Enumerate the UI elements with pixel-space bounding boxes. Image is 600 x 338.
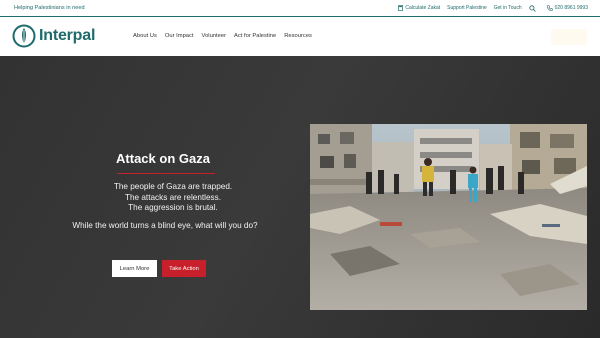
calculate-zakat-link[interactable]: Calculate Zakat xyxy=(398,5,440,11)
header-action-button[interactable] xyxy=(551,29,587,45)
nav-item-volunteer[interactable]: Volunteer xyxy=(202,33,227,39)
search-button[interactable] xyxy=(529,4,536,12)
logo-text: Interpal xyxy=(39,27,96,44)
nav-item-resources[interactable]: Resources xyxy=(284,33,312,39)
nav-item-act-for-palestine[interactable]: Act for Palestine xyxy=(234,33,276,39)
phone-icon xyxy=(546,5,553,11)
interpal-logo-icon xyxy=(12,24,36,48)
hero-title-underline xyxy=(117,173,215,174)
calculate-zakat-label: Calculate Zakat xyxy=(405,5,441,11)
phone-number: 020 8961 9993 xyxy=(554,5,588,11)
site-logo[interactable]: Interpal xyxy=(12,24,95,48)
learn-more-button[interactable]: Learn More xyxy=(112,260,157,277)
nav-item-about-us[interactable]: About Us xyxy=(133,33,157,39)
nav-item-our-impact[interactable]: Our Impact xyxy=(165,33,194,39)
get-in-touch-link[interactable]: Get in Touch xyxy=(494,5,522,11)
hero-title: Attack on Gaza xyxy=(116,151,210,166)
site-tagline: Helping Palestinians in need xyxy=(14,5,85,11)
top-utility-bar: Helping Palestinians in need Calculate Z… xyxy=(0,0,600,17)
hero-question: While the world turns a blind eye, what … xyxy=(72,221,258,230)
hero-statement-line: The people of Gaza are trapped. xyxy=(113,182,233,191)
calculator-icon xyxy=(398,5,404,11)
hero-photo-gaza-street xyxy=(310,124,587,310)
take-action-button[interactable]: Take Action xyxy=(162,260,206,277)
support-palestine-link[interactable]: Support Palestine xyxy=(447,5,486,11)
utility-links: Calculate Zakat Support Palestine Get in… xyxy=(398,4,588,12)
main-header: Interpal About Us Our Impact Volunteer A… xyxy=(0,18,600,56)
phone-link[interactable]: 020 8961 9993 xyxy=(546,5,588,11)
hero-statements: The people of Gaza are trapped. The atta… xyxy=(73,182,273,214)
search-icon xyxy=(529,4,536,12)
hero-banner: Attack on Gaza The people of Gaza are tr… xyxy=(0,56,600,338)
main-nav: About Us Our Impact Volunteer Act for Pa… xyxy=(133,33,312,39)
hero-statement-line: The aggression is brutal. xyxy=(128,203,218,212)
hero-statement-line: The attacks are relentless. xyxy=(124,192,222,202)
